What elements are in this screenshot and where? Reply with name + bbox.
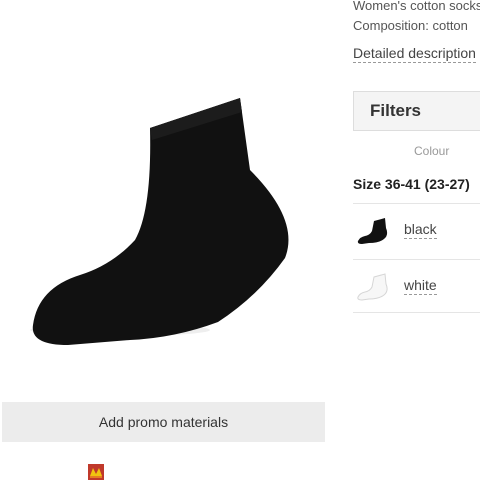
product-description: Women's cotton socks Composition: cotton — [353, 0, 480, 36]
variant-label-white: white — [404, 277, 437, 295]
detailed-description-link[interactable]: Detailed description — [353, 44, 476, 63]
size-label: Size 36-41 (23-27) — [353, 176, 470, 192]
variant-row-white[interactable]: white — [353, 259, 480, 313]
product-image — [30, 98, 289, 345]
black-sock-thumb-icon — [357, 218, 388, 244]
filters-header: Filters — [353, 91, 480, 131]
filters-title: Filters — [370, 101, 422, 120]
promo-logo-icon — [88, 464, 104, 480]
colour-column-header: Colour — [414, 144, 450, 158]
variant-label-black: black — [404, 221, 437, 239]
variant-row-black[interactable]: black — [353, 203, 480, 256]
add-promo-materials-button[interactable]: Add promo materials — [2, 402, 325, 442]
white-sock-thumb-icon — [357, 273, 388, 301]
description-line-1: Women's cotton socks — [353, 0, 480, 13]
description-line-2: Composition: cotton — [353, 18, 468, 33]
